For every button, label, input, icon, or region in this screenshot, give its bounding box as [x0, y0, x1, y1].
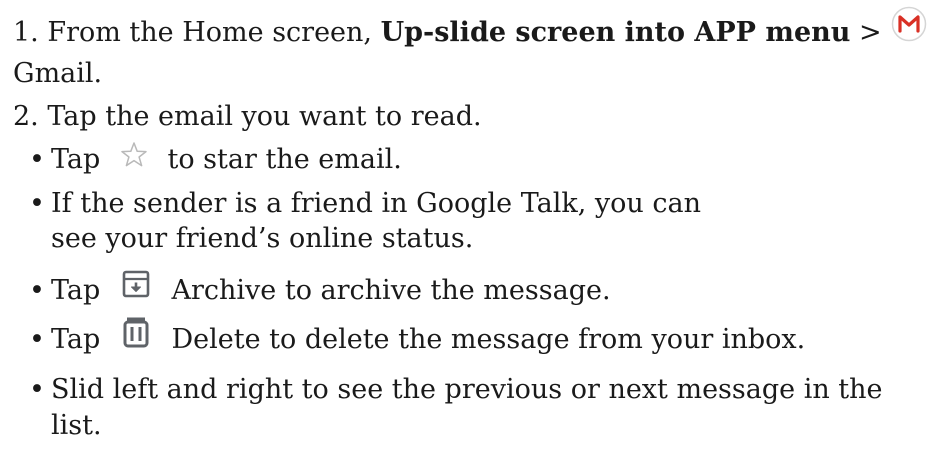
archive-icon [121, 269, 151, 299]
bullet-delete: • Tap Delete to delete the message from y… [29, 317, 806, 357]
step-1-line: 1. From the Home screen, Up-slide screen… [13, 16, 882, 50]
step-1-continuation: Gmail. [13, 57, 102, 91]
bullet-slide-text-1: Slid left and right to see the previous … [51, 374, 883, 405]
bullet-archive: • Tap Archive to archive the message. [29, 270, 611, 308]
step-1-bold-instruction: Up-slide screen into APP menu [380, 17, 851, 48]
bullet-marker: • [29, 144, 45, 175]
bullet-marker: • [29, 324, 45, 355]
step-1-prefix: 1. From the Home screen, [13, 17, 381, 48]
bullet-sender-line-2: see your friend’s online status. [51, 222, 473, 256]
bullet-slide-line-2: list. [51, 409, 102, 443]
bullet-star: • Tap to star the email. [29, 140, 402, 177]
bullet-delete-after: Delete to delete the message from your i… [171, 324, 806, 355]
bullet-marker: • [29, 275, 45, 306]
bullet-slide-text-2: list. [51, 410, 102, 441]
bullet-star-after: to star the email. [167, 144, 402, 175]
bullet-slide-line-1: • Slid left and right to see the previous… [29, 373, 883, 407]
bullet-marker: • [29, 188, 45, 219]
gmail-icon [891, 6, 927, 42]
bullet-sender-text-1: If the sender is a friend in Google Talk… [51, 188, 701, 219]
bullet-delete-before: Tap [51, 324, 101, 355]
bullet-sender-line-1: • If the sender is a friend in Google Tal… [29, 187, 701, 221]
instructions-document: 1. From the Home screen, Up-slide screen… [13, 0, 943, 475]
step-1-continuation-text: Gmail. [13, 58, 103, 89]
step-2-text: 2. Tap the email you want to read. [13, 101, 482, 132]
bullet-marker: • [29, 374, 45, 405]
step-2-line: 2. Tap the email you want to read. [13, 100, 482, 134]
trash-icon [121, 316, 151, 348]
bullet-archive-after: Archive to archive the message. [171, 275, 611, 306]
bullet-archive-before: Tap [51, 275, 101, 306]
bullet-star-before: Tap [51, 144, 101, 175]
step-1-suffix: > [850, 17, 882, 48]
star-outline-icon [119, 140, 149, 170]
bullet-sender-text-2: see your friend’s online status. [51, 223, 474, 254]
